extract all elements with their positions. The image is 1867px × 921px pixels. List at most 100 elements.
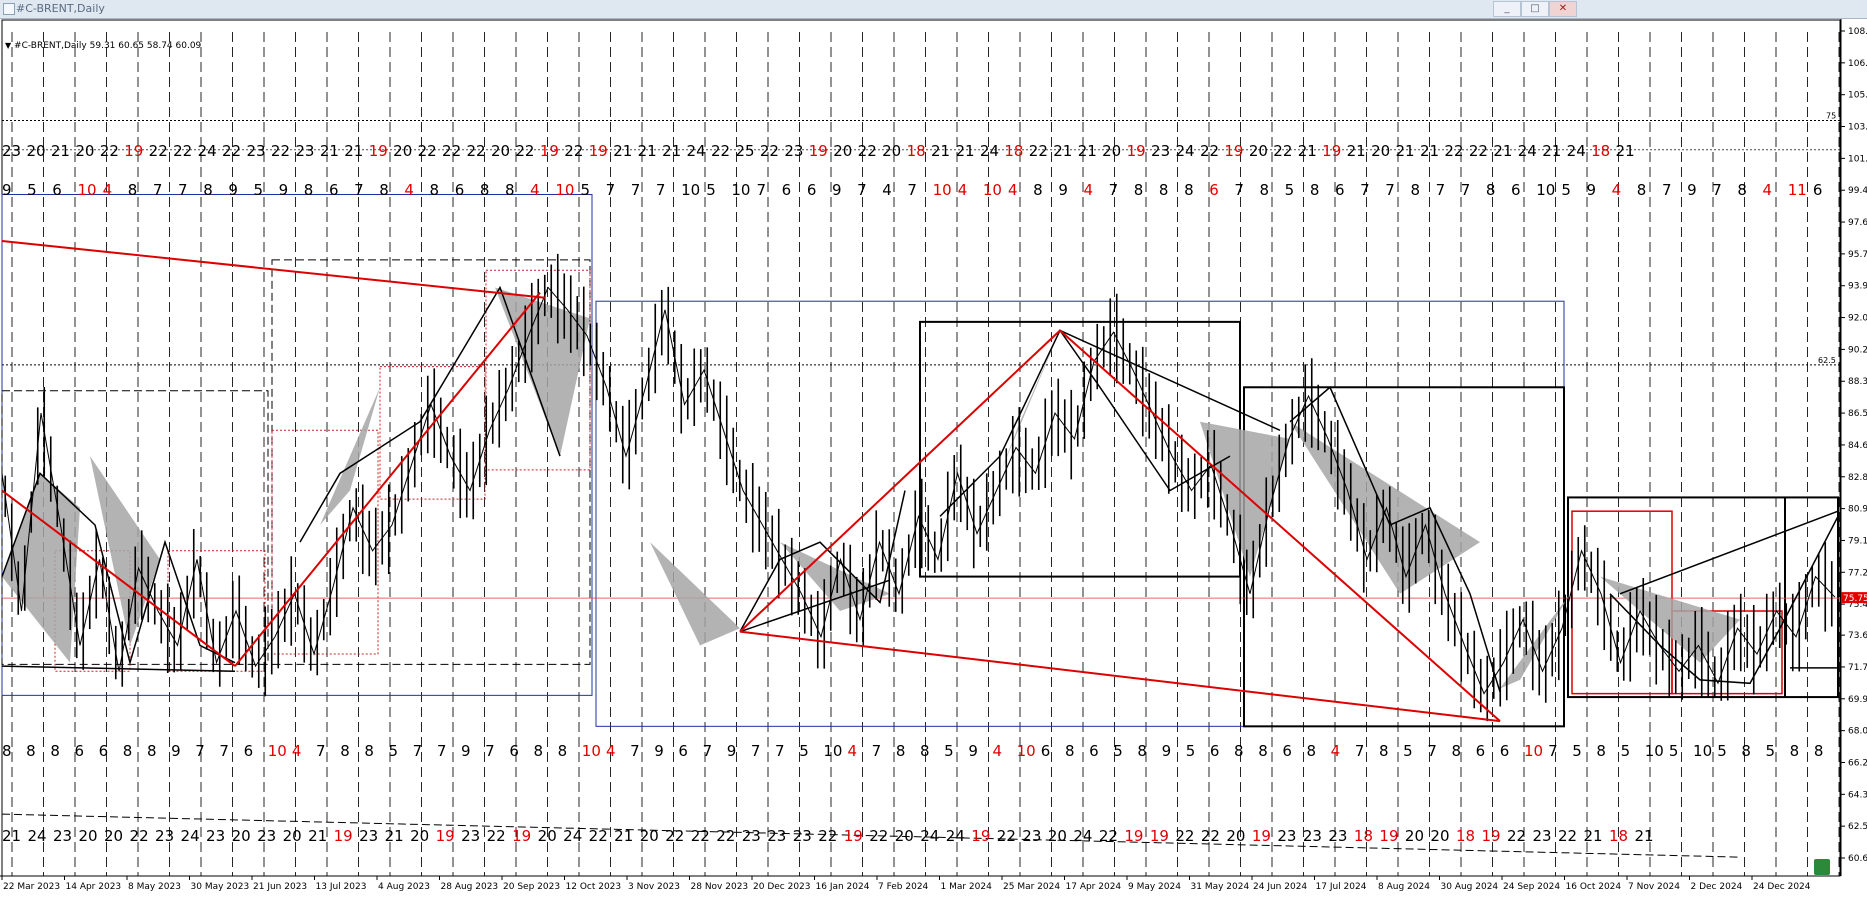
y-tick-label: 106.85 [1848, 59, 1867, 69]
count-label: 10 [681, 181, 700, 199]
count-label: 21 [1616, 142, 1635, 160]
count-label: 7 [1427, 742, 1437, 760]
count-label: 5 [706, 181, 716, 199]
minimize-button[interactable]: _ [1493, 1, 1521, 17]
count-label: 20 [283, 827, 302, 845]
count-label: 4 [1008, 181, 1018, 199]
count-label: 7 [703, 742, 713, 760]
count-label: 23 [155, 827, 174, 845]
symbol-name: #C-BRENT,Daily [14, 41, 87, 51]
count-label: 20 [393, 142, 412, 160]
count-label: 19 [1124, 827, 1143, 845]
count-label: 5 [1717, 742, 1727, 760]
count-label: 18 [907, 142, 926, 160]
count-label: 7 [1712, 181, 1722, 199]
count-label: 19 [436, 827, 455, 845]
count-label: 19 [1150, 827, 1169, 845]
count-label: 19 [540, 142, 559, 160]
count-label: 7 [153, 181, 163, 199]
count-label: 21 [1634, 827, 1653, 845]
count-label: 7 [775, 742, 785, 760]
y-tick-label: 79.10 [1848, 536, 1867, 546]
count-label: 24 [1567, 142, 1586, 160]
count-label: 22 [691, 827, 710, 845]
count-label: 8 [1637, 181, 1647, 199]
count-label: 6 [1335, 181, 1345, 199]
count-label: 21 [1583, 827, 1602, 845]
count-label: 20 [26, 142, 45, 160]
count-label: 6 [782, 181, 792, 199]
count-label: 7 [195, 742, 205, 760]
count-label: 9 [228, 181, 238, 199]
black-trendline [1059, 329, 1281, 431]
count-label: 5 [389, 742, 399, 760]
count-label: 8 [1260, 181, 1270, 199]
count-label: 10 [555, 181, 574, 199]
count-label: 21 [51, 142, 70, 160]
count-label: 21 [1493, 142, 1512, 160]
x-tick-label: 20 Sep 2023 [503, 882, 560, 892]
count-label: 9 [171, 742, 181, 760]
current-price-label: 75.75 [1843, 594, 1867, 604]
count-label: 10 [1524, 742, 1543, 760]
count-label: 21 [662, 142, 681, 160]
count-label: 23 [742, 827, 761, 845]
count-label: 6 [1282, 742, 1292, 760]
count-label: 6 [74, 742, 84, 760]
x-tick-label: 16 Oct 2024 [1566, 882, 1622, 892]
count-label: 20 [895, 827, 914, 845]
count-label: 6 [455, 181, 465, 199]
count-label: 7 [219, 742, 229, 760]
count-label: 18 [1354, 827, 1373, 845]
count-label: 9 [968, 742, 978, 760]
y-tick-label: 92.05 [1848, 314, 1867, 324]
collapse-triangle-icon[interactable]: ▼ [5, 41, 11, 50]
pattern-wedges [2, 287, 1740, 689]
count-label: 6 [509, 742, 519, 760]
count-label: 22 [1029, 142, 1048, 160]
count-label: 21 [1078, 142, 1097, 160]
count-label: 8 [1033, 181, 1043, 199]
count-label: 22 [418, 142, 437, 160]
maximize-button[interactable]: □ [1521, 1, 1549, 17]
count-label: 8 [304, 181, 314, 199]
count-label: 23 [767, 827, 786, 845]
count-label: 19 [1127, 142, 1146, 160]
count-label: 10 [933, 181, 952, 199]
count-label: 19 [334, 827, 353, 845]
close-button[interactable]: ✕ [1549, 1, 1577, 17]
x-tick-label: 28 Aug 2023 [441, 882, 499, 892]
count-label: 23 [793, 827, 812, 845]
count-label: 7 [1436, 181, 1446, 199]
count-label: 8 [533, 742, 543, 760]
y-tick-label: 88.35 [1848, 377, 1867, 387]
y-tick-label: 71.75 [1848, 663, 1867, 673]
count-label: 9 [461, 742, 471, 760]
count-label: 21 [931, 142, 950, 160]
count-label: 19 [1481, 827, 1500, 845]
y-tick-label: 95.75 [1848, 250, 1867, 260]
chart-area[interactable]: 75 62.5 23 20 21 20 22 19 22 22 24 22 23 22 23 21 21 19 20… [0, 19, 1867, 921]
count-label: 4 [606, 742, 616, 760]
count-label: 6 [244, 742, 254, 760]
count-label: 24 [946, 827, 965, 845]
count-label: 7 [1461, 181, 1471, 199]
count-label: 6 [1813, 181, 1823, 199]
count-label: 22 [564, 142, 583, 160]
count-label: 8 [128, 181, 138, 199]
y-tick-label: 108.70 [1848, 27, 1867, 37]
count-label: 8 [920, 742, 930, 760]
count-label: 4 [530, 181, 540, 199]
count-label: 8 [147, 742, 157, 760]
count-label: 20 [1048, 827, 1067, 845]
count-label: 7 [857, 181, 867, 199]
price-chart[interactable]: 7562.523 20 21 20 22 19 22 22 24 22 23 22 23 21 21 19 20… [0, 19, 1867, 921]
count-label: 8 [2, 742, 12, 760]
count-label: 23 [295, 142, 314, 160]
count-label: 23 [206, 827, 225, 845]
count-label: 8 [1065, 742, 1075, 760]
count-label: 19 [124, 142, 143, 160]
count-label: 20 [1405, 827, 1424, 845]
x-tick-label: 17 Jul 2024 [1316, 882, 1367, 892]
x-tick-label: 24 Dec 2024 [1753, 882, 1811, 892]
